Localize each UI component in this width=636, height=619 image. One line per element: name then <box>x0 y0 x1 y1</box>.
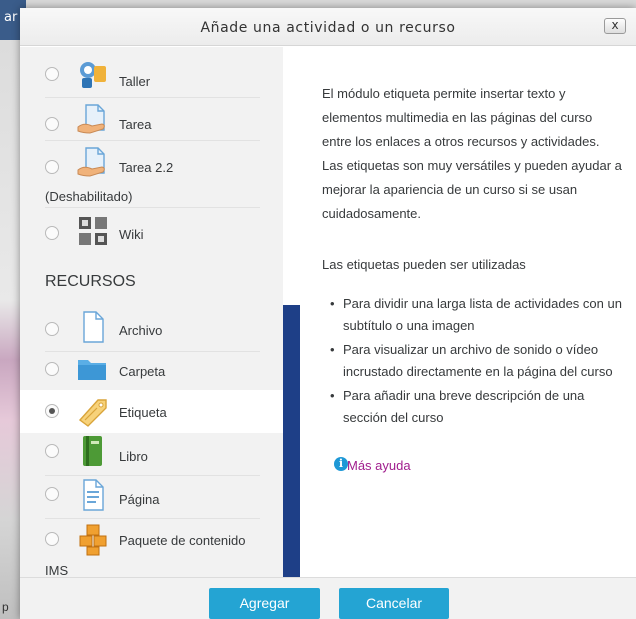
option-carpeta[interactable]: Carpeta <box>20 352 283 390</box>
option-etiqueta[interactable]: Etiqueta <box>20 390 283 433</box>
option-label: Carpeta <box>119 364 166 379</box>
option-label: Wiki <box>119 227 144 242</box>
radio-etiqueta[interactable] <box>45 404 59 418</box>
close-button[interactable]: x <box>604 18 626 34</box>
radio-tarea[interactable] <box>45 117 59 131</box>
radio-pagina[interactable] <box>45 487 59 501</box>
option-label: Tarea 2.2 <box>119 160 174 175</box>
folder-icon <box>76 352 110 386</box>
label-tag-icon <box>76 394 110 428</box>
option-archivo[interactable]: Archivo <box>20 309 283 351</box>
add-button[interactable]: Agregar <box>209 588 320 619</box>
radio-taller[interactable] <box>45 67 59 81</box>
help-bullet: Para visualizar un archivo de sonido o v… <box>322 339 632 383</box>
dialog-footer: Agregar Cancelar <box>20 577 636 619</box>
option-label: Etiqueta <box>119 405 167 420</box>
option-taller[interactable]: Taller <box>20 47 283 97</box>
radio-libro[interactable] <box>45 444 59 458</box>
info-icon: i <box>334 457 348 471</box>
file-icon <box>76 310 110 344</box>
more-help-link[interactable]: Más ayuda <box>347 458 411 473</box>
option-paquete-ims[interactable]: Paquete de contenido IMS <box>20 519 283 577</box>
book-icon <box>76 435 110 469</box>
assignment-icon <box>76 145 110 179</box>
option-label: Página <box>119 492 160 507</box>
cancel-button[interactable]: Cancelar <box>339 588 449 619</box>
option-tarea[interactable]: Tarea <box>20 98 283 140</box>
help-paragraph-uses: Las etiquetas pueden ser utilizadas <box>322 257 526 272</box>
assignment-icon <box>76 102 110 136</box>
option-pagina[interactable]: Página <box>20 476 283 518</box>
help-paragraph-intro: El módulo etiqueta permite insertar text… <box>322 86 622 221</box>
option-label: Taller <box>119 74 151 89</box>
option-libro[interactable]: Libro <box>20 433 283 475</box>
option-sublabel: (Deshabilitado) <box>45 189 133 204</box>
radio-paquete-ims[interactable] <box>45 532 59 546</box>
help-panel: El módulo etiqueta permite insertar text… <box>303 47 636 577</box>
dialog-titlebar: Añade una actividad o un recurso x <box>20 8 636 46</box>
package-icon <box>76 523 110 557</box>
workshop-icon <box>76 58 110 92</box>
section-heading-resources: RECURSOS <box>45 273 136 290</box>
options-list[interactable]: Taller Tarea Tarea 2.2 (Deshabilitado) W… <box>20 47 283 577</box>
option-sublabel: IMS <box>45 563 69 577</box>
radio-carpeta[interactable] <box>45 362 59 376</box>
option-label: Libro <box>119 449 148 464</box>
page-icon <box>76 478 110 512</box>
scrollbar-accent <box>283 305 300 577</box>
radio-tarea-2-2[interactable] <box>45 160 59 174</box>
help-bullet: Para dividir una larga lista de activida… <box>322 293 632 337</box>
help-bullet-list: Para dividir una larga lista de activida… <box>322 293 632 431</box>
option-label: Paquete de contenido <box>119 533 246 548</box>
wiki-icon <box>76 214 110 248</box>
background-header-text: ar <box>4 10 18 25</box>
activity-chooser-dialog: Añade una actividad o un recurso x Talle… <box>20 8 636 619</box>
background-footer-text: p <box>2 600 9 614</box>
radio-archivo[interactable] <box>45 322 59 336</box>
option-wiki[interactable]: Wiki <box>20 208 283 252</box>
dialog-title: Añade una actividad o un recurso <box>200 20 456 36</box>
radio-wiki[interactable] <box>45 226 59 240</box>
option-label: Archivo <box>119 323 163 338</box>
option-tarea-2-2[interactable]: Tarea 2.2 (Deshabilitado) <box>20 141 283 207</box>
help-bullet: Para añadir una breve descripción de una… <box>322 385 632 429</box>
option-label: Tarea <box>119 117 152 132</box>
